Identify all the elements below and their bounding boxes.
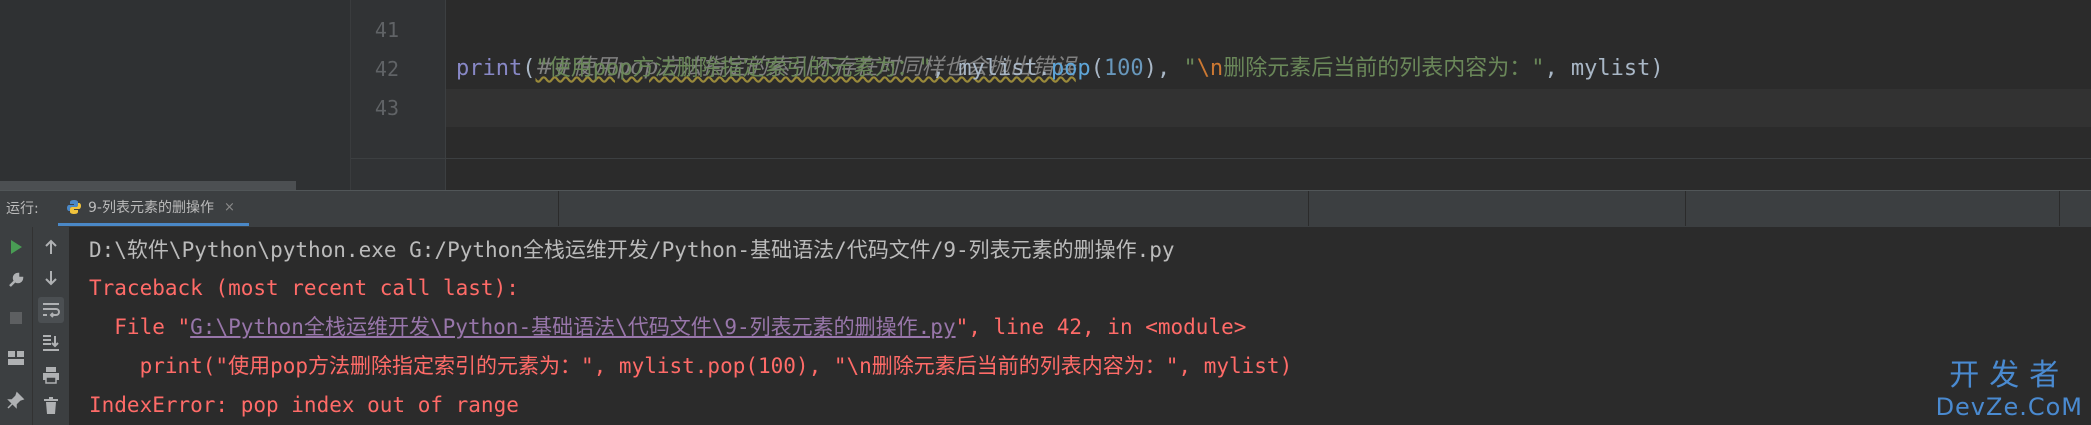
code-token: , mylist. xyxy=(931,56,1051,81)
code-token-escape: \n xyxy=(1196,56,1224,81)
close-icon[interactable]: × xyxy=(224,200,235,215)
watermark-bottom: DevZe.CoM xyxy=(1935,393,2083,421)
line-number: 41 xyxy=(374,18,399,42)
watermark-logo: 开发者 DevZe.CoM xyxy=(1935,358,2083,422)
code-token-string: 删除元素后当前的列表内容为：" xyxy=(1223,56,1545,81)
run-icon[interactable] xyxy=(3,234,29,260)
code-token: , mylist) xyxy=(1544,56,1664,81)
arrow-up-icon[interactable] xyxy=(38,234,64,260)
run-label: 运行: xyxy=(6,201,39,217)
code-token: ) xyxy=(1143,56,1157,81)
soft-wrap-icon[interactable] xyxy=(38,297,64,323)
file-link[interactable]: G:\Python全栈运维开发\Python-基础语法\代码文件\9-列表元素的… xyxy=(190,315,955,339)
console-traceback-header: Traceback (most recent call last): xyxy=(89,276,519,300)
line-number-gutter: 41 42 43 xyxy=(351,0,446,190)
code-token-string: " xyxy=(1183,56,1197,81)
console-output[interactable]: D:\软件\Python\python.exe G:/Python全栈运维开发/… xyxy=(0,227,2091,425)
console-file-line: File "G:\Python全栈运维开发\Python-基础语法\代码文件\9… xyxy=(89,308,1246,346)
line-number: 42 xyxy=(374,57,399,81)
divider xyxy=(1308,191,1309,226)
python-icon xyxy=(67,200,81,214)
code-token: ( xyxy=(522,56,536,81)
console-error-line: IndexError: pop index out of range xyxy=(89,393,519,417)
code-area[interactable]: ##使用pop方法指定的索引不存在时同样也会抛出错误 print("使用pop方… xyxy=(446,0,2091,190)
code-token-number: 100 xyxy=(1103,56,1144,81)
file-suffix: ", line 42, in <module> xyxy=(955,315,1247,339)
pin-icon[interactable] xyxy=(3,387,29,413)
layout-icon[interactable] xyxy=(3,345,29,371)
console-command-line: D:\软件\Python\python.exe G:/Python全栈运维开发/… xyxy=(89,238,1175,262)
divider xyxy=(558,191,559,226)
trash-icon[interactable] xyxy=(38,393,64,419)
file-prefix: File " xyxy=(89,315,191,339)
run-toolbar-left xyxy=(0,227,33,425)
scroll-to-end-icon[interactable] xyxy=(38,330,64,356)
code-token: ( xyxy=(1090,56,1104,81)
code-token-method: pop xyxy=(1050,56,1091,81)
arrow-down-icon[interactable] xyxy=(38,265,64,291)
print-icon[interactable] xyxy=(38,362,64,388)
stop-icon[interactable] xyxy=(3,305,29,331)
code-editor[interactable]: 41 42 43 ##使用pop方法指定的索引不存在时同样也会抛出错误 prin… xyxy=(0,0,2091,190)
code-token-string: "使用pop方法删除指定索引的元素为：" xyxy=(535,56,932,81)
editor-divider xyxy=(351,158,2091,159)
console-code-line: print("使用pop方法删除指定索引的元素为：", mylist.pop(1… xyxy=(89,354,1293,378)
line-number: 43 xyxy=(374,96,399,120)
code-line-42: print("使用pop方法删除指定索引的元素为：", mylist.pop(1… xyxy=(456,50,1664,88)
watermark-top: 开发者 xyxy=(1949,358,2070,393)
run-toolbar-right xyxy=(33,227,70,425)
divider xyxy=(1685,191,1686,226)
project-pane xyxy=(0,0,351,190)
divider xyxy=(2059,191,2060,226)
wrench-icon[interactable] xyxy=(3,267,29,293)
code-token-func: print xyxy=(456,56,523,81)
run-tool-window-header: 运行: 9-列表元素的删操作 × xyxy=(0,190,2091,228)
run-tab-title: 9-列表元素的删操作 xyxy=(88,200,214,216)
code-token: , xyxy=(1156,56,1184,81)
horizontal-scrollbar[interactable] xyxy=(0,181,296,190)
run-tab[interactable]: 9-列表元素的删操作 × xyxy=(58,191,249,226)
